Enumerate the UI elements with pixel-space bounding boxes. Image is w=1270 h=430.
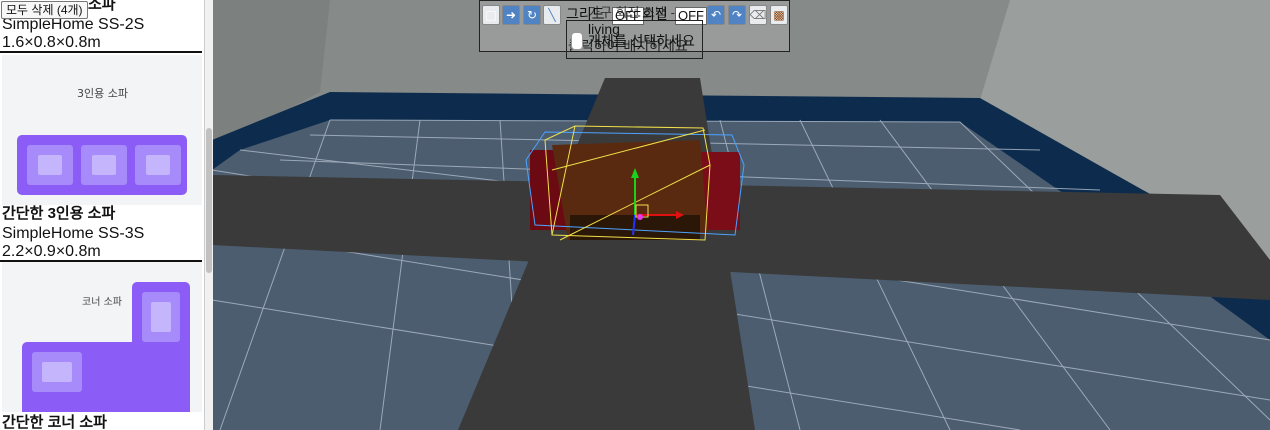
furniture-dims: 1.6×0.8×0.8m xyxy=(2,34,101,51)
sofa-cushion xyxy=(135,145,181,185)
sofa-cushion xyxy=(32,352,82,392)
thumbnail-label: 3인용 소파 xyxy=(77,87,128,100)
redo-icon[interactable]: ↷ xyxy=(728,5,746,25)
sidebar-scrollbar[interactable] xyxy=(204,0,213,430)
furniture-name: 소파 xyxy=(88,0,116,13)
furniture-thumbnail: 3인용 소파 xyxy=(2,55,202,205)
furniture-name: 간단한 3인용 소파 xyxy=(2,205,116,222)
chair-icon[interactable]: ▩ xyxy=(770,5,788,25)
new-file-icon[interactable]: □ xyxy=(482,5,500,25)
undo-icon[interactable]: ↶ xyxy=(707,5,725,25)
furniture-sidebar[interactable]: 소파 SimpleHome SS-2S 1.6×0.8×0.8m 3인용 소파 … xyxy=(0,0,204,430)
rotation-snap-hint: 가구 회전 스냅 - xyxy=(588,5,675,20)
trash-icon[interactable]: ⌫ xyxy=(749,5,767,25)
furniture-model: SimpleHome SS-3S xyxy=(2,225,145,242)
delete-all-button[interactable]: 모두 삭제 (4개) xyxy=(1,1,88,19)
furniture-thumbnail: 코너 소파 xyxy=(2,262,202,412)
sofa-cushion xyxy=(81,145,127,185)
furniture-card[interactable]: 3인용 소파 간단한 3인용 소파 SimpleHome SS-3S 2.2×0… xyxy=(0,53,202,262)
furniture-dims: 2.2×0.9×0.8m xyxy=(2,243,101,260)
sofa-cushion xyxy=(142,292,180,342)
arrow-right-icon[interactable]: ➜ xyxy=(502,5,520,25)
ruler-icon[interactable]: ╲ xyxy=(543,5,561,25)
place-hint: 클릭하여 배치하세요 xyxy=(568,38,688,54)
furniture-card[interactable]: 코너 소파 간단한 코너 소파 xyxy=(0,262,202,430)
refresh-icon[interactable]: ↻ xyxy=(523,5,541,25)
furniture-name: 간단한 코너 소파 xyxy=(2,414,107,430)
scrollbar-thumb[interactable] xyxy=(206,128,212,273)
pin-icon xyxy=(571,32,583,50)
thumbnail-label: 코너 소파 xyxy=(82,297,122,308)
sofa-cushion xyxy=(27,145,73,185)
